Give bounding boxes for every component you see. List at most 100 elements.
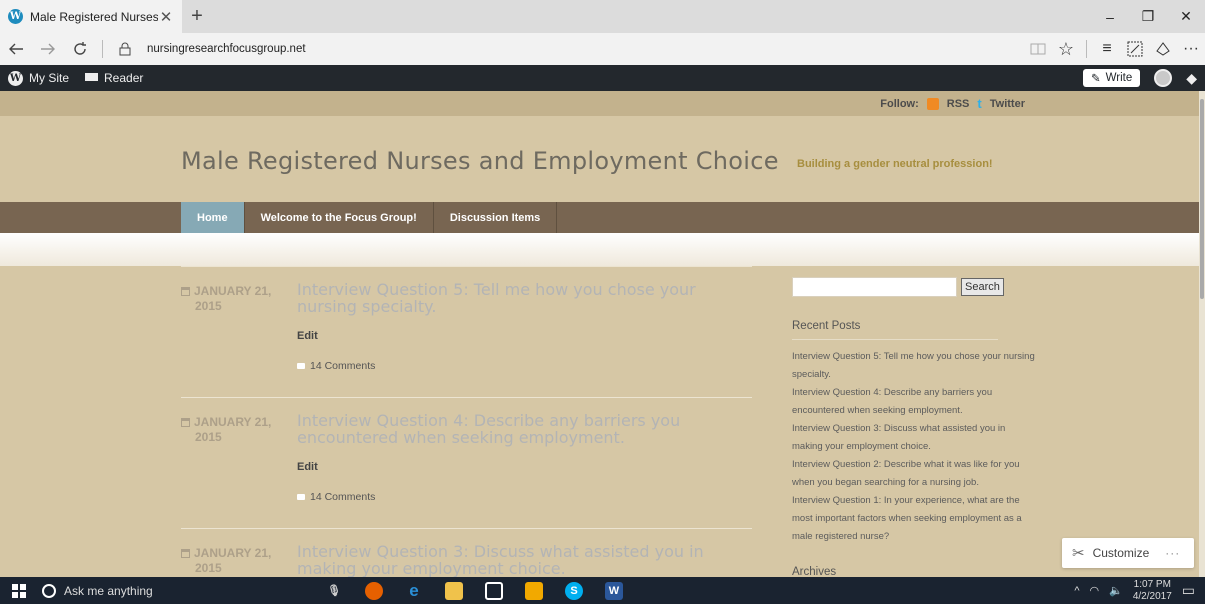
calendar-icon (181, 287, 190, 296)
post-comments-link[interactable]: 14 Comments (297, 491, 375, 503)
post-title[interactable]: Interview Question 5: Tell me how you ch… (297, 281, 717, 315)
recent-post-link[interactable]: Interview Question 4: Describe any barri… (792, 384, 1036, 420)
clock[interactable]: 1:07 PM 4/2/2017 (1133, 579, 1172, 603)
recent-post-link[interactable]: Interview Question 3: Discuss what assis… (792, 420, 1036, 456)
edge-icon[interactable]: e (405, 581, 423, 600)
word-icon[interactable]: W (605, 581, 623, 600)
forward-button[interactable] (32, 33, 64, 65)
recent-post-link[interactable]: Interview Question 5: Tell me how you ch… (792, 348, 1036, 384)
customize-button[interactable]: ✂ Customize ··· (1062, 538, 1194, 568)
post-item: JANUARY 21, 2015 Interview Question 3: D… (181, 528, 752, 577)
write-button[interactable]: ✎ Write (1082, 69, 1141, 87)
post-title[interactable]: Interview Question 3: Discuss what assis… (297, 543, 717, 577)
action-center-icon[interactable]: ▭ (1182, 582, 1195, 599)
comment-icon (297, 494, 305, 500)
browser-tab-strip: W Male Registered Nurses ✕ + – ❐ ✕ (0, 0, 1205, 33)
more-options-icon[interactable]: ··· (1177, 33, 1205, 65)
calendar-icon (181, 549, 190, 558)
post-title[interactable]: Interview Question 4: Describe any barri… (297, 412, 717, 446)
tools-icon: ✂ (1072, 545, 1085, 562)
minimize-button[interactable]: – (1091, 0, 1129, 33)
firefox-icon[interactable] (365, 581, 383, 600)
post-comments-count: 14 Comments (310, 360, 376, 372)
post-date-line2: 2015 (195, 430, 222, 444)
post-date-line2: 2015 (195, 561, 222, 575)
reader-icon (85, 72, 99, 84)
hub-icon[interactable]: ≡ (1093, 33, 1121, 65)
clock-date: 4/2/2017 (1132, 590, 1172, 602)
reading-view-icon[interactable] (1024, 33, 1052, 65)
scrollbar-thumb[interactable] (1200, 99, 1204, 299)
back-arrow-icon (9, 43, 23, 55)
recent-posts-heading: Recent Posts (792, 320, 861, 332)
close-tab-icon[interactable]: ✕ (158, 8, 174, 26)
my-site-label: My Site (29, 71, 70, 85)
file-explorer-icon[interactable] (445, 581, 463, 600)
start-button[interactable] (0, 577, 38, 604)
address-bar: nursingresearchfocusgroup.net ☆ ≡ ··· (0, 33, 1205, 65)
follow-links: Follow: RSS t Twitter (880, 91, 1025, 116)
restore-button[interactable]: ❐ (1129, 0, 1167, 33)
rss-link[interactable]: RSS (947, 98, 970, 110)
url-field[interactable]: nursingresearchfocusgroup.net (147, 43, 1024, 55)
taskbar-apps: 🎙 e S W (325, 577, 623, 604)
my-site-link[interactable]: W My Site (0, 65, 77, 91)
post-date: JANUARY 21, 2015 (181, 415, 286, 445)
tab-title: Male Registered Nurses (30, 9, 158, 24)
avatar[interactable] (1154, 69, 1173, 87)
write-label: Write (1105, 72, 1133, 84)
close-window-button[interactable]: ✕ (1167, 0, 1205, 33)
customize-more-icon[interactable]: ··· (1165, 546, 1180, 560)
browser-tab[interactable]: W Male Registered Nurses ✕ (0, 0, 182, 33)
favorite-star-icon[interactable]: ☆ (1052, 33, 1080, 65)
menu-item-discussion[interactable]: Discussion Items (434, 202, 558, 233)
network-icon[interactable]: ◠ (1090, 584, 1100, 597)
site-tagline: Building a gender neutral profession! (797, 158, 993, 170)
post-item: JANUARY 21, 2015 Interview Question 5: T… (181, 266, 752, 396)
skype-icon[interactable]: S (565, 581, 583, 600)
refresh-icon (74, 42, 86, 55)
window-controls: – ❐ ✕ (1091, 0, 1205, 33)
search-button[interactable]: Search (961, 278, 1004, 296)
store-icon[interactable] (485, 581, 503, 600)
post-comments-link[interactable]: 14 Comments (297, 360, 375, 372)
web-note-icon[interactable] (1121, 33, 1149, 65)
twitter-link[interactable]: Twitter (990, 98, 1025, 110)
wp-admin-bar: W My Site Reader ✎ Write ◆ (0, 65, 1205, 91)
recent-post-link[interactable]: Interview Question 1: In your experience… (792, 492, 1036, 546)
search-input[interactable] (792, 277, 957, 297)
main-navigation: Home Welcome to the Focus Group! Discuss… (0, 202, 1205, 233)
post-date-line1: JANUARY 21, (194, 284, 272, 298)
cortana-icon (42, 583, 56, 598)
site-title[interactable]: Male Registered Nurses and Employment Ch… (181, 147, 779, 175)
post-edit-link[interactable]: Edit (297, 461, 318, 473)
gauge-app-icon[interactable] (525, 581, 543, 600)
system-tray: ^ ◠ 🔈 1:07 PM 4/2/2017 ▭ (1074, 577, 1195, 604)
notifications-icon[interactable]: ◆ (1186, 70, 1197, 87)
microphone-icon[interactable]: 🎙 (325, 582, 343, 600)
windows-taskbar: Ask me anything 🎙 e S W ^ ◠ 🔈 1:07 PM 4/… (0, 577, 1205, 604)
recent-post-link[interactable]: Interview Question 2: Describe what it w… (792, 456, 1036, 492)
back-button[interactable] (0, 33, 32, 65)
cortana-search-box[interactable]: Ask me anything (38, 577, 193, 604)
volume-icon[interactable]: 🔈 (1109, 584, 1123, 597)
share-icon[interactable] (1149, 33, 1177, 65)
page-scrollbar[interactable] (1199, 91, 1205, 577)
post-date-line1: JANUARY 21, (194, 546, 272, 560)
refresh-button[interactable] (64, 33, 96, 65)
menu-item-home[interactable]: Home (181, 202, 245, 233)
main-content: JANUARY 21, 2015 Interview Question 5: T… (0, 266, 1205, 577)
wordpress-favicon-icon: W (8, 9, 23, 24)
archives-heading: Archives (792, 566, 837, 577)
cortana-placeholder: Ask me anything (64, 583, 153, 598)
site-header: Male Registered Nurses and Employment Ch… (0, 116, 1205, 202)
reader-link[interactable]: Reader (77, 65, 151, 91)
post-edit-link[interactable]: Edit (297, 330, 318, 342)
menu-item-welcome[interactable]: Welcome to the Focus Group! (245, 202, 434, 233)
wordpress-logo-icon: W (8, 70, 23, 86)
chevron-up-icon[interactable]: ^ (1074, 585, 1079, 597)
new-tab-button[interactable]: + (182, 0, 212, 33)
post-item: JANUARY 21, 2015 Interview Question 4: D… (181, 397, 752, 527)
reader-label: Reader (104, 71, 144, 85)
post-date: JANUARY 21, 2015 (181, 546, 286, 576)
